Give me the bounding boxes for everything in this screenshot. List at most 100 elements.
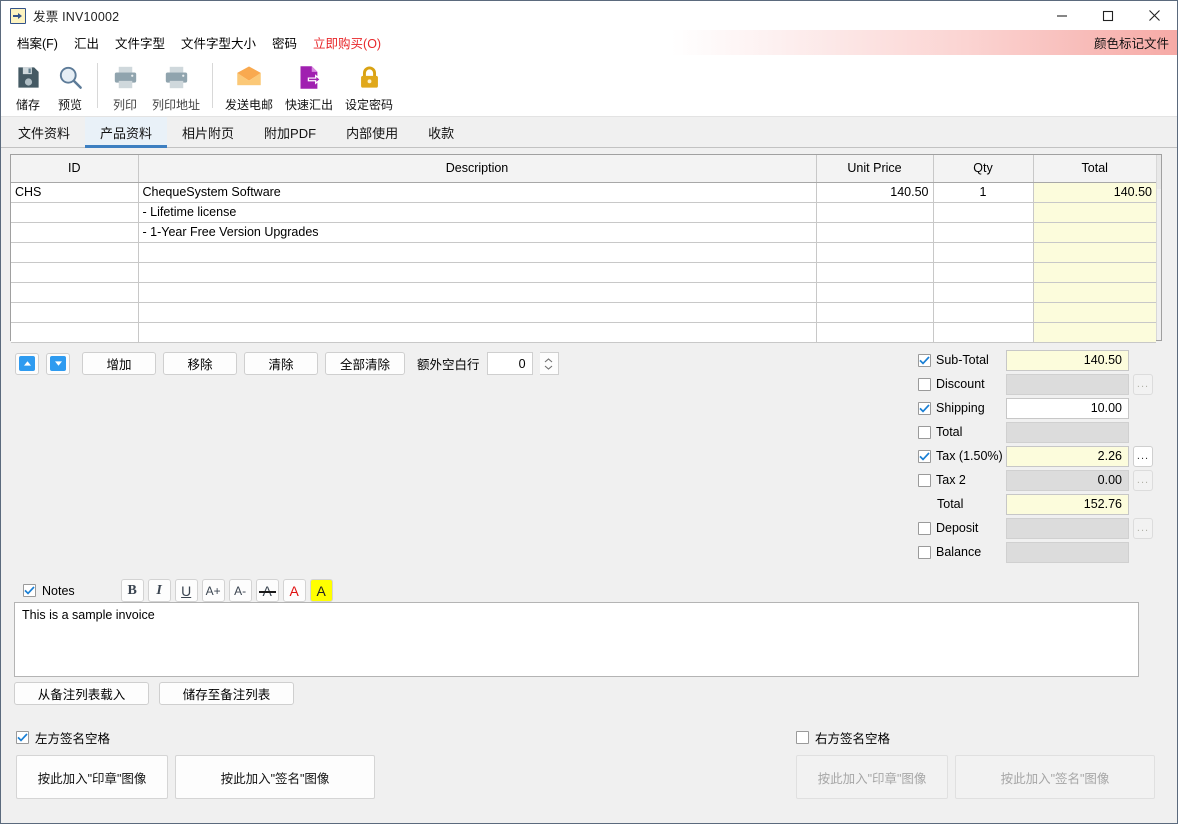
menu-item-font-size[interactable]: 文件字型大小 <box>173 30 264 55</box>
discount-value[interactable] <box>1006 373 1129 395</box>
column-header-description[interactable]: Description <box>138 155 817 183</box>
cell-description[interactable] <box>138 262 817 283</box>
grand-total-value[interactable]: 152.76 <box>1006 493 1129 515</box>
toolbar-print-button[interactable]: 列印 <box>104 59 146 113</box>
cell-qty[interactable] <box>933 262 1034 283</box>
sub-total-checkbox[interactable] <box>918 353 931 367</box>
menu-item-buy-now[interactable]: 立即购买(O) <box>305 30 389 55</box>
tax-options-button[interactable]: ... <box>1133 445 1153 467</box>
load-from-notes-list-button[interactable]: 从备注列表载入 <box>14 682 149 705</box>
deposit-options-button[interactable]: ... <box>1133 517 1153 539</box>
cell-description[interactable]: ChequeSystem Software <box>138 182 817 203</box>
total-optional-value[interactable] <box>1006 421 1129 443</box>
cell-description[interactable] <box>138 322 817 343</box>
cell-unit-price[interactable] <box>816 222 934 243</box>
tab-photo-attachment[interactable]: 相片附页 <box>167 117 249 147</box>
font-color-button[interactable]: A <box>282 579 306 602</box>
cell-unit-price[interactable] <box>816 302 934 323</box>
table-row[interactable] <box>11 322 1156 343</box>
cell-total[interactable] <box>1033 322 1156 343</box>
total-optional-checkbox[interactable] <box>918 425 931 439</box>
cell-description[interactable] <box>138 282 817 303</box>
table-row[interactable] <box>11 262 1156 283</box>
cell-qty[interactable] <box>933 202 1034 223</box>
grid-vertical-scrollbar[interactable] <box>1156 155 1161 340</box>
cell-qty[interactable] <box>933 282 1034 303</box>
left-add-chop-image-button[interactable]: 按此加入"印章"图像 <box>16 755 168 799</box>
cell-description[interactable] <box>138 302 817 323</box>
cell-total[interactable]: 140.50 <box>1033 182 1156 203</box>
tax2-checkbox[interactable] <box>918 473 931 487</box>
cell-total[interactable] <box>1033 282 1156 303</box>
underline-button[interactable]: U <box>174 579 198 602</box>
column-header-qty[interactable]: Qty <box>933 155 1034 183</box>
table-row[interactable] <box>11 302 1156 323</box>
notes-checkbox[interactable] <box>23 584 36 597</box>
cell-id[interactable]: CHS <box>11 182 139 203</box>
cell-qty[interactable] <box>933 242 1034 263</box>
left-signature-checkbox[interactable] <box>16 731 29 744</box>
right-add-signature-image-button[interactable]: 按此加入"签名"图像 <box>955 755 1155 799</box>
cell-qty[interactable]: 1 <box>933 182 1034 203</box>
cell-unit-price[interactable] <box>816 322 934 343</box>
cell-description[interactable]: - Lifetime license <box>138 202 817 223</box>
menu-item-file[interactable]: 档案(F) <box>9 30 66 55</box>
balance-value[interactable] <box>1006 541 1129 563</box>
tax-value[interactable]: 2.26 <box>1006 445 1129 467</box>
balance-checkbox[interactable] <box>918 545 931 559</box>
table-row[interactable] <box>11 242 1156 263</box>
shipping-checkbox[interactable] <box>918 401 931 415</box>
font-increase-button[interactable]: A+ <box>201 579 225 602</box>
cell-unit-price[interactable] <box>816 262 934 283</box>
discount-options-button[interactable]: ... <box>1133 373 1153 395</box>
cell-id[interactable] <box>11 242 139 263</box>
column-header-unit-price[interactable]: Unit Price <box>816 155 934 183</box>
strikethrough-button[interactable]: A <box>255 579 279 602</box>
cell-id[interactable] <box>11 202 139 223</box>
cell-id[interactable] <box>11 282 139 303</box>
cell-unit-price[interactable] <box>816 202 934 223</box>
toolbar-quick-export-button[interactable]: 快速汇出 <box>279 59 339 113</box>
table-row[interactable] <box>11 282 1156 303</box>
toolbar-set-password-button[interactable]: 设定密码 <box>339 59 399 113</box>
cell-unit-price[interactable]: 140.50 <box>816 182 934 203</box>
extra-blank-rows-input[interactable]: 0 <box>486 352 533 375</box>
cell-total[interactable] <box>1033 242 1156 263</box>
menu-item-password[interactable]: 密码 <box>264 30 305 55</box>
tab-internal-use[interactable]: 内部使用 <box>331 117 413 147</box>
clear-row-button[interactable]: 清除 <box>244 352 318 375</box>
save-to-notes-list-button[interactable]: 储存至备注列表 <box>159 682 294 705</box>
shipping-value[interactable]: 10.00 <box>1006 397 1129 419</box>
cell-qty[interactable] <box>933 322 1034 343</box>
highlight-color-button[interactable]: A <box>309 579 333 602</box>
font-decrease-button[interactable]: A- <box>228 579 252 602</box>
discount-checkbox[interactable] <box>918 377 931 391</box>
add-row-button[interactable]: 增加 <box>82 352 156 375</box>
column-header-id[interactable]: ID <box>11 155 139 183</box>
menu-item-font[interactable]: 文件字型 <box>107 30 173 55</box>
toolbar-send-email-button[interactable]: 发送电邮 <box>219 59 279 113</box>
tab-product-info[interactable]: 产品资料 <box>85 117 168 148</box>
cell-total[interactable] <box>1033 222 1156 243</box>
italic-button[interactable]: I <box>147 579 171 602</box>
move-row-down-button[interactable] <box>46 352 70 375</box>
deposit-checkbox[interactable] <box>918 521 931 535</box>
tab-attached-pdf[interactable]: 附加PDF <box>249 117 331 147</box>
cell-description[interactable] <box>138 242 817 263</box>
toolbar-save-button[interactable]: 储存 <box>7 59 49 113</box>
menu-item-export[interactable]: 汇出 <box>66 30 107 55</box>
cell-id[interactable] <box>11 302 139 323</box>
cell-qty[interactable] <box>933 302 1034 323</box>
tab-document-info[interactable]: 文件资料 <box>3 117 85 147</box>
bold-button[interactable]: B <box>120 579 144 602</box>
table-row[interactable]: - Lifetime license <box>11 202 1156 223</box>
cell-qty[interactable] <box>933 222 1034 243</box>
left-add-signature-image-button[interactable]: 按此加入"签名"图像 <box>175 755 375 799</box>
cell-unit-price[interactable] <box>816 282 934 303</box>
clear-all-rows-button[interactable]: 全部清除 <box>325 352 405 375</box>
sub-total-value[interactable]: 140.50 <box>1006 349 1129 371</box>
toolbar-print-address-button[interactable]: 列印地址 <box>146 59 206 113</box>
cell-id[interactable] <box>11 322 139 343</box>
column-header-total[interactable]: Total <box>1033 155 1156 183</box>
right-signature-checkbox[interactable] <box>796 731 809 744</box>
